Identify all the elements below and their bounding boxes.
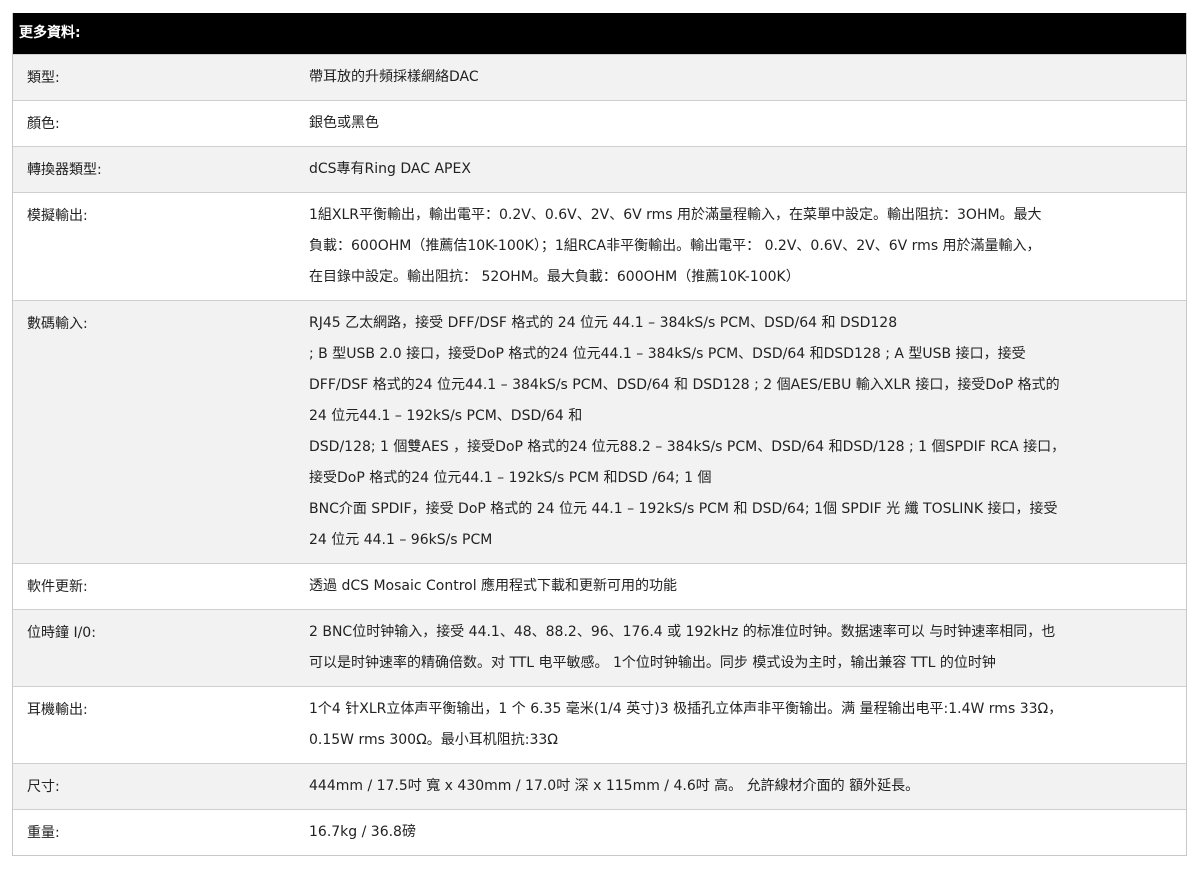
table-header: 更多資料:: [13, 13, 1186, 54]
spec-value-line: RJ45 乙太網路，接受 DFF/DSF 格式的 24 位元 44.1 – 38…: [309, 315, 898, 331]
spec-value-line: 銀色或黑色: [309, 115, 379, 131]
spec-value-line: BNC介面 SPDIF，接受 DoP 格式的 24 位元 44.1 – 192k…: [309, 501, 1058, 517]
spec-label: 位時鐘 I/0:: [27, 625, 96, 641]
spec-value-line: 可以是时钟速率的精确倍数。对 TTL 电平敏感。 1个位时钟输出。同步 模式设为…: [309, 655, 996, 671]
spec-value-line: 負載：600OHM（推薦佶10K-100K）；1組RCA非平衡輸出。輸出電平： …: [309, 238, 1041, 254]
spec-value: 16.7kg / 36.8磅: [309, 810, 1186, 855]
table-row: 軟件更新: 透過 dCS Mosaic Control 應用程式下載和更新可用的功…: [13, 563, 1186, 609]
spec-value-line: 帶耳放的升頻採樣網絡DAC: [309, 69, 479, 85]
spec-value-line: 16.7kg / 36.8磅: [309, 824, 416, 840]
table-row: 類型: 帶耳放的升頻採樣網絡DAC: [13, 54, 1186, 100]
spec-value: 銀色或黑色: [309, 101, 1186, 146]
table-row: 位時鐘 I/0: 2 BNC位时钟输入，接受 44.1、48、88.2、96、17…: [13, 609, 1186, 686]
spec-label: 尺寸:: [27, 779, 60, 795]
spec-label: 數碼輸入:: [27, 316, 88, 332]
spec-value-line: 在目錄中設定。輸出阻抗： 52OHM。最大負載：600OHM（推薦10K-100…: [309, 269, 800, 285]
spec-value-line: 1組XLR平衡輸出，輸出電平：0.2V、0.6V、2V、6V rms 用於滿量程…: [309, 207, 1042, 223]
spec-value-line: dCS專有Ring DAC APEX: [309, 161, 471, 177]
spec-value-line: 0.15W rms 300Ω。最小耳机阻抗:33Ω: [309, 732, 559, 748]
spec-value-line: 2 BNC位时钟输入，接受 44.1、48、88.2、96、176.4 或 19…: [309, 624, 1056, 640]
spec-value: 1組XLR平衡輸出，輸出電平：0.2V、0.6V、2V、6V rms 用於滿量程…: [309, 193, 1186, 300]
spec-value-line: DFF/DSF 格式的24 位元44.1 – 384kS/s PCM、DSD/6…: [309, 377, 1060, 393]
spec-rows: 類型: 帶耳放的升頻採樣網絡DAC 顏色: 銀色或黑色轉換器類型: dCS專有Ring …: [13, 54, 1186, 855]
spec-value-line: 接受DoP 格式的24 位元44.1 – 192kS/s PCM 和DSD /6…: [309, 470, 712, 486]
spec-table: 更多資料: 類型: 帶耳放的升頻採樣網絡DAC 顏色: 銀色或黑色轉換器類型: dCS專…: [12, 13, 1187, 856]
spec-value: 444mm / 17.5吋 寬 x 430mm / 17.0吋 深 x 115m…: [309, 764, 1186, 809]
table-row: 尺寸: 444mm / 17.5吋 寬 x 430mm / 17.0吋 深 x 1…: [13, 763, 1186, 809]
spec-value-line: 24 位元44.1 – 192kS/s PCM、DSD/64 和: [309, 408, 583, 424]
spec-label: 模擬輸出:: [27, 208, 88, 224]
spec-label: 類型:: [27, 70, 60, 86]
table-row: 轉換器類型: dCS專有Ring DAC APEX: [13, 146, 1186, 192]
spec-value: 1个4 针XLR立体声平衡输出，1 个 6.35 毫米(1/4 英寸)3 极插孔…: [309, 687, 1186, 763]
spec-label: 耳機輸出:: [27, 702, 88, 718]
table-row: 重量: 16.7kg / 36.8磅: [13, 809, 1186, 855]
spec-label: 重量:: [27, 825, 60, 841]
spec-value: RJ45 乙太網路，接受 DFF/DSF 格式的 24 位元 44.1 – 38…: [309, 301, 1186, 563]
spec-value-line: 1个4 针XLR立体声平衡输出，1 个 6.35 毫米(1/4 英寸)3 极插孔…: [309, 701, 1063, 717]
spec-value-line: 24 位元 44.1 – 96kS/s PCM: [309, 532, 493, 548]
spec-value-line: 444mm / 17.5吋 寬 x 430mm / 17.0吋 深 x 115m…: [309, 778, 920, 794]
table-row: 顏色: 銀色或黑色: [13, 100, 1186, 146]
spec-value: 2 BNC位时钟输入，接受 44.1、48、88.2、96、176.4 或 19…: [309, 610, 1186, 686]
spec-value: 透過 dCS Mosaic Control 應用程式下載和更新可用的功能: [309, 564, 1186, 609]
table-row: 模擬輸出: 1組XLR平衡輸出，輸出電平：0.2V、0.6V、2V、6V rms …: [13, 192, 1186, 300]
spec-value: dCS專有Ring DAC APEX: [309, 147, 1186, 192]
spec-label: 轉換器類型:: [27, 162, 102, 178]
spec-label: 軟件更新:: [27, 579, 88, 595]
table-row: 數碼輸入: RJ45 乙太網路，接受 DFF/DSF 格式的 24 位元 44.1…: [13, 300, 1186, 563]
spec-value-line: 透過 dCS Mosaic Control 應用程式下載和更新可用的功能: [309, 578, 678, 594]
table-row: 耳機輸出: 1个4 针XLR立体声平衡输出，1 个 6.35 毫米(1/4 英寸)…: [13, 686, 1186, 763]
spec-value-line: DSD/128; 1 個雙AES ，接受DoP 格式的24 位元88.2 – 3…: [309, 439, 1066, 455]
spec-value: 帶耳放的升頻採樣網絡DAC: [309, 55, 1186, 100]
spec-label: 顏色:: [27, 116, 60, 132]
spec-value-line: ; B 型USB 2.0 接口，接受DoP 格式的24 位元44.1 – 384…: [309, 346, 1026, 362]
